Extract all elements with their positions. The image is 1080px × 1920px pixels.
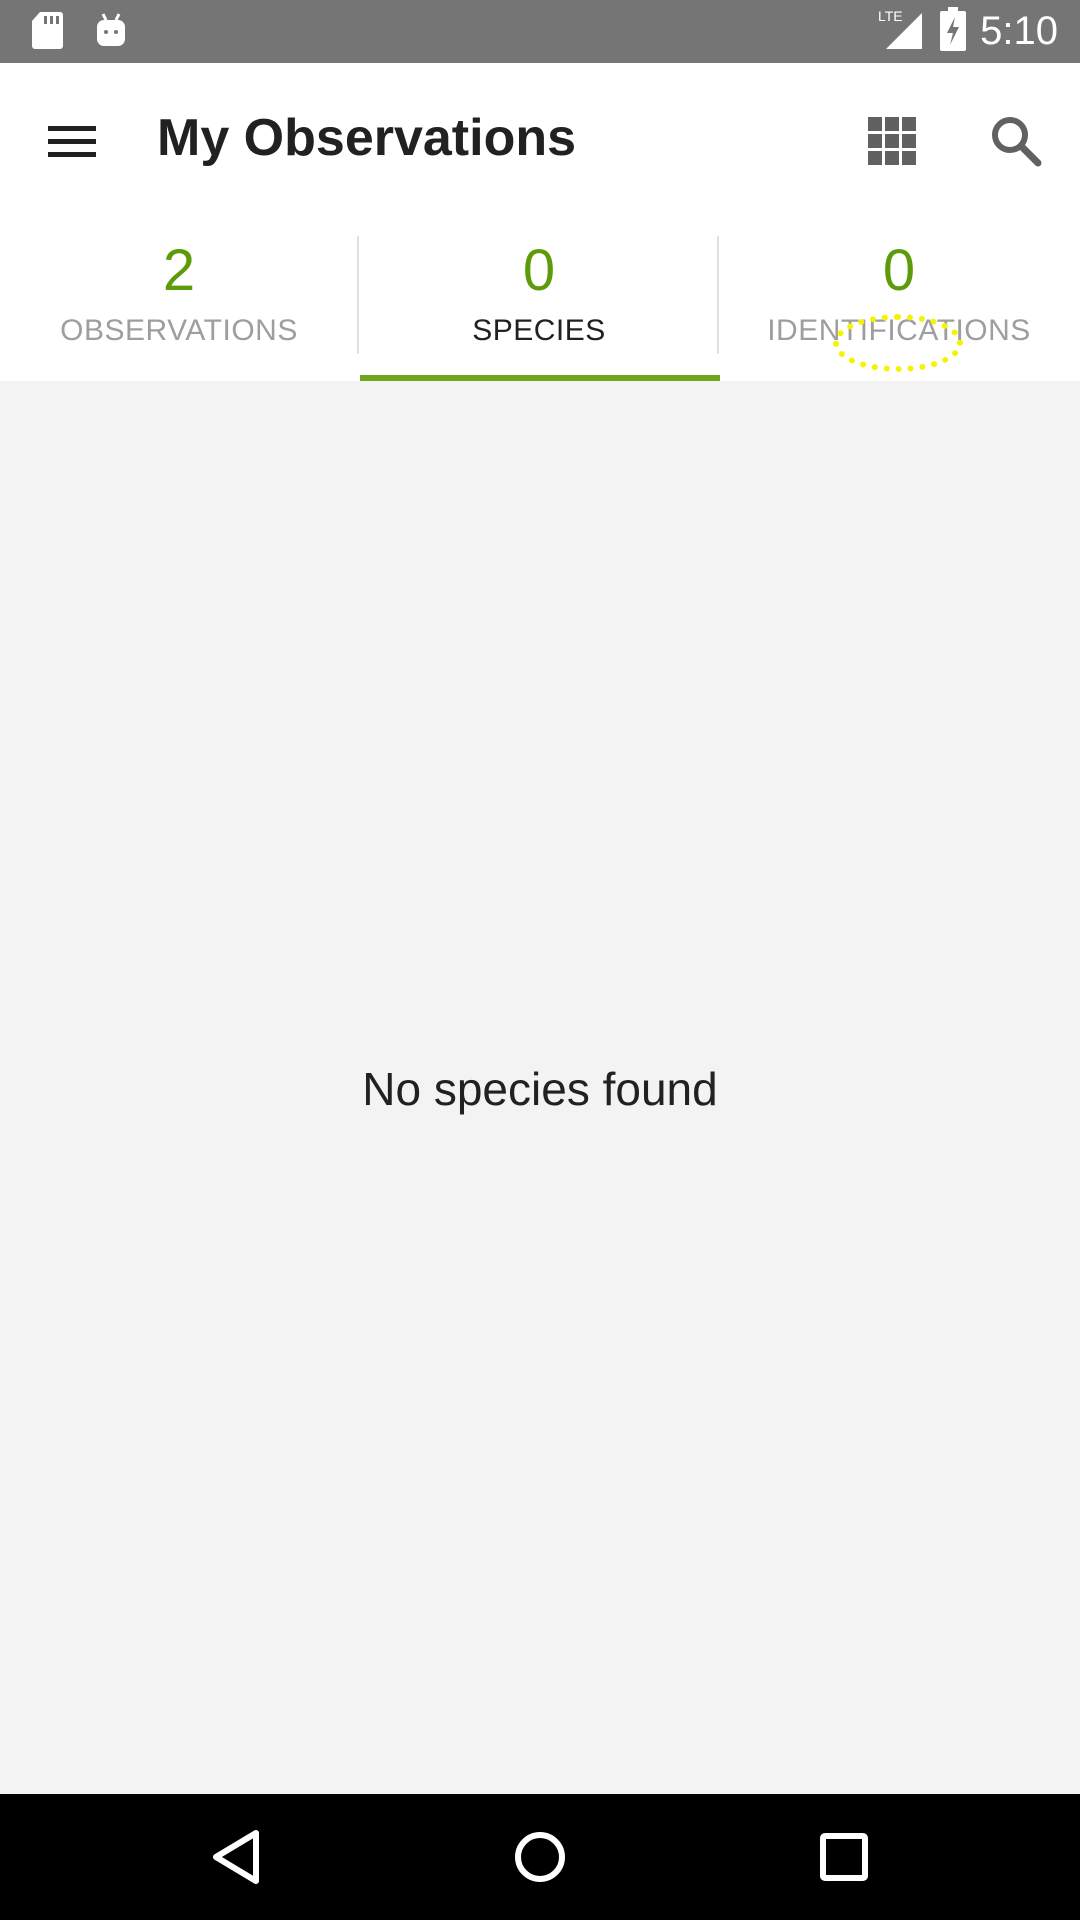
android-icon: [94, 10, 128, 55]
app-bar: My Observations: [0, 63, 1080, 213]
tap-indicator: [833, 314, 963, 372]
empty-state-message: No species found: [362, 1063, 718, 1115]
tab-divider: [357, 236, 359, 354]
page-title: My Observations: [157, 109, 577, 167]
species-count: 0: [522, 238, 556, 303]
search-icon[interactable]: [980, 105, 1052, 177]
status-bar: LTE 5:10: [0, 0, 1080, 63]
svg-text:LTE: LTE: [878, 8, 903, 24]
observations-count: 2: [162, 238, 196, 303]
tab-label-observations: OBSERVATIONS: [60, 314, 298, 347]
tab-species[interactable]: 0 SPECIES: [360, 213, 718, 381]
tab-label-species: SPECIES: [472, 314, 606, 347]
grid-view-icon[interactable]: [856, 105, 928, 177]
tab-observations[interactable]: 2 OBSERVATIONS: [0, 213, 358, 381]
back-icon[interactable]: [200, 1819, 276, 1895]
lte-signal-icon: LTE: [878, 7, 926, 56]
tab-divider: [717, 236, 719, 354]
home-icon[interactable]: [502, 1819, 578, 1895]
recents-icon[interactable]: [806, 1819, 882, 1895]
system-nav-bar: [0, 1794, 1080, 1920]
battery-charging-icon: [940, 7, 967, 56]
clock: 5:10: [980, 9, 1058, 53]
species-list-area: No species found: [0, 381, 1080, 1794]
identifications-count: 0: [882, 238, 916, 303]
sd-card-icon: [30, 10, 64, 55]
hamburger-menu-icon[interactable]: [36, 105, 108, 177]
